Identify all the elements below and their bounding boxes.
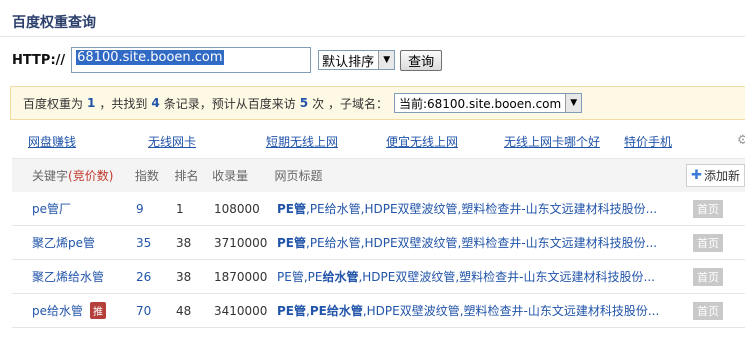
ad-links: 网盘赚钱 无线网卡 短期无线上网 便宜无线上网 无线上网卡哪个好 特价手机 (28, 133, 672, 150)
query-button[interactable]: 查询 (400, 49, 443, 71)
header-index: 指数 (134, 169, 159, 183)
ad-link[interactable]: 网盘赚钱 (28, 133, 148, 150)
summary-text-3: 条记录，预计从百度来访 (163, 96, 296, 111)
header-page-title: 网页标题 (274, 169, 323, 183)
title-divider (0, 36, 745, 37)
table-row: pe给水管推 70 48 3410000 PE管,PE给水管,HDPE双壁波纹管… (12, 294, 745, 328)
rank-value: 38 (176, 235, 192, 250)
visit-count: 5 (299, 96, 309, 110)
count-value: 3710000 (214, 235, 268, 250)
plus-icon: ✚ (691, 168, 702, 183)
home-badge: 首页 (693, 233, 723, 252)
table-row: 聚乙烯pe管 35 38 3710000 PE管,PE给水管,HDPE双壁波纹管… (12, 226, 745, 260)
index-link[interactable]: 70 (136, 304, 151, 318)
sort-select[interactable]: 默认排序 ▼ (318, 50, 396, 70)
add-new-button[interactable]: ✚ 添加新 (686, 164, 745, 187)
result-summary: 百度权重为 1 ，共找到 4 条记录，预计从百度来访 5 次 ，子域名： 当前:… (10, 86, 745, 120)
summary-text-4: 次 ，子域名： (312, 96, 388, 111)
keyword-link[interactable]: 聚乙烯pe管 (32, 236, 95, 250)
header-bid: (竞价数) (68, 169, 114, 183)
rank-value: 48 (176, 303, 192, 318)
count-value: 3410000 (214, 303, 268, 318)
ad-link[interactable]: 便宜无线上网 (386, 133, 504, 150)
page-title-link[interactable]: PE管,PE给水管,HDPE双壁波纹管,塑料检查井-山东文远建材科技股份... (277, 236, 657, 250)
subdomain-select[interactable]: 当前:68100.site.booen.com ▼ (393, 93, 583, 113)
count-value: 108000 (214, 201, 260, 216)
keyword-link[interactable]: 聚乙烯给水管 (32, 270, 104, 284)
table-row: pe管厂 9 1 108000 PE管,PE给水管,HDPE双壁波纹管,塑料检查… (12, 192, 745, 226)
sort-select-value: 默认排序 (322, 54, 375, 70)
url-input-value: 68100.site.booen.com (76, 50, 224, 65)
url-input[interactable]: 68100.site.booen.com (71, 47, 312, 73)
page-title-link[interactable]: PE管,PE给水管,HDPE双壁波纹管,塑料检查井-山东文远建材科技股份... (277, 270, 655, 284)
summary-text-2: ，共找到 (99, 96, 148, 111)
table-row: 聚乙烯给水管 26 38 1870000 PE管,PE给水管,HDPE双壁波纹管… (12, 260, 745, 294)
weight-value: 1 (87, 96, 96, 110)
keyword-link[interactable]: pe给水管 (32, 304, 83, 318)
keyword-link[interactable]: pe管厂 (32, 202, 71, 216)
chevron-down-icon[interactable]: ▼ (378, 51, 395, 69)
keyword-table: 关键字(竞价数) 指数 排名 收录量 网页标题 ✚ 添加新 pe管厂 9 1 10… (12, 158, 745, 328)
summary-text-1: 百度权重为 (23, 96, 84, 111)
rank-value: 38 (176, 269, 192, 284)
search-bar: HTTP:// 68100.site.booen.com 默认排序 ▼ 查询 (12, 47, 443, 73)
rank-value: 1 (176, 201, 184, 216)
home-badge: 首页 (693, 199, 723, 218)
header-count: 收录量 (212, 169, 249, 183)
ad-link[interactable]: 短期无线上网 (266, 133, 386, 150)
header-rank: 排名 (174, 169, 199, 183)
http-label: HTTP:// (12, 52, 66, 68)
chevron-down-icon[interactable]: ▼ (565, 94, 582, 112)
promo-badge: 推 (90, 302, 107, 319)
page-title: 百度权重查询 (12, 15, 96, 31)
index-link[interactable]: 35 (136, 236, 151, 250)
table-header: 关键字(竞价数) 指数 排名 收录量 网页标题 ✚ 添加新 (12, 158, 745, 192)
record-count: 4 (151, 96, 160, 110)
count-value: 1870000 (214, 269, 268, 284)
ad-link[interactable]: 无线上网卡哪个好 (504, 133, 624, 150)
index-link[interactable]: 9 (136, 202, 144, 216)
header-keyword: 关键字(竞价数) (32, 169, 114, 183)
index-link[interactable]: 26 (136, 270, 151, 284)
page-title-link[interactable]: PE管,PE给水管,HDPE双壁波纹管,塑料检查井-山东文远建材科技股份... (277, 202, 657, 216)
page-title-link[interactable]: PE管,PE给水管,HDPE双壁波纹管,塑料检查井-山东文远建材科技股份... (277, 304, 659, 318)
ad-link[interactable]: 无线网卡 (148, 133, 266, 150)
home-badge: 首页 (693, 267, 723, 286)
gear-icon[interactable]: ⚙ (737, 133, 745, 147)
subdomain-select-value: 当前:68100.site.booen.com (398, 96, 562, 111)
home-badge: 首页 (693, 301, 723, 320)
ad-link[interactable]: 特价手机 (624, 133, 672, 150)
